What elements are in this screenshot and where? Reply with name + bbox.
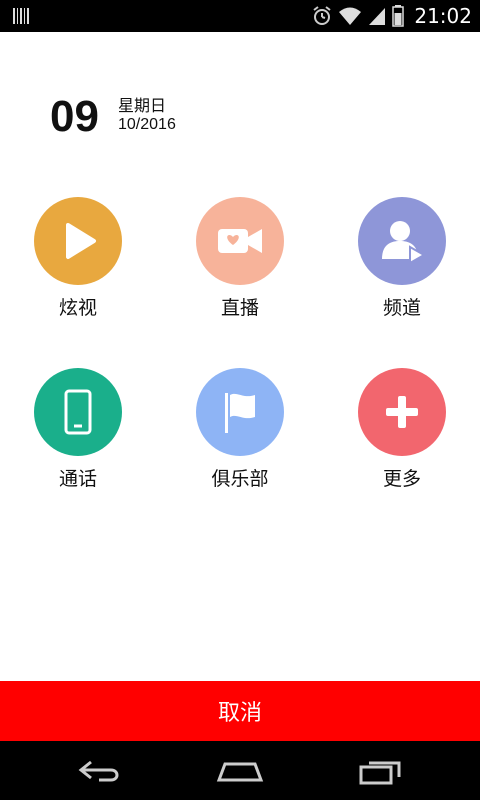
status-bar: 21:02 xyxy=(0,0,480,32)
grid-item-club[interactable]: 俱乐部 xyxy=(180,368,300,508)
recents-icon xyxy=(359,761,401,785)
grid-item-label: 频道 xyxy=(382,297,421,319)
grid-item-live[interactable]: 直播 xyxy=(180,197,300,337)
play-icon xyxy=(34,197,122,285)
grid-item-more[interactable]: 更多 xyxy=(342,368,462,508)
grid-item-label: 更多 xyxy=(382,468,421,490)
back-button[interactable] xyxy=(70,755,130,787)
grid-item-call[interactable]: 通话 xyxy=(18,368,138,508)
user-video-icon xyxy=(358,197,446,285)
battery-icon xyxy=(392,5,405,27)
barcode-icon xyxy=(13,8,29,24)
date-month-year: 10/2016 xyxy=(118,116,176,133)
grid-item-xuanshi[interactable]: 炫视 xyxy=(18,197,138,337)
grid-item-label: 通话 xyxy=(58,468,97,490)
date-day: 09 xyxy=(50,92,99,141)
home-icon xyxy=(216,762,264,782)
back-icon xyxy=(78,760,119,782)
navigation-bar xyxy=(0,741,480,800)
date-weekday: 星期日 xyxy=(118,96,167,115)
phone-icon xyxy=(34,368,122,456)
home-button[interactable] xyxy=(210,755,270,787)
grid-item-label: 直播 xyxy=(220,297,259,319)
plus-icon xyxy=(358,368,446,456)
alarm-icon xyxy=(313,6,331,25)
signal-icon xyxy=(369,8,386,25)
recents-button[interactable] xyxy=(350,755,410,787)
grid-item-channel[interactable]: 频道 xyxy=(342,197,462,337)
grid-item-label: 俱乐部 xyxy=(211,468,269,490)
status-time: 21:02 xyxy=(414,4,472,28)
grid-item-label: 炫视 xyxy=(58,297,97,319)
video-camera-icon xyxy=(196,197,284,285)
cancel-button-label: 取消 xyxy=(217,701,262,726)
flag-icon xyxy=(196,368,284,456)
cancel-button[interactable]: 取消 xyxy=(0,681,480,741)
wifi-icon xyxy=(339,7,362,25)
